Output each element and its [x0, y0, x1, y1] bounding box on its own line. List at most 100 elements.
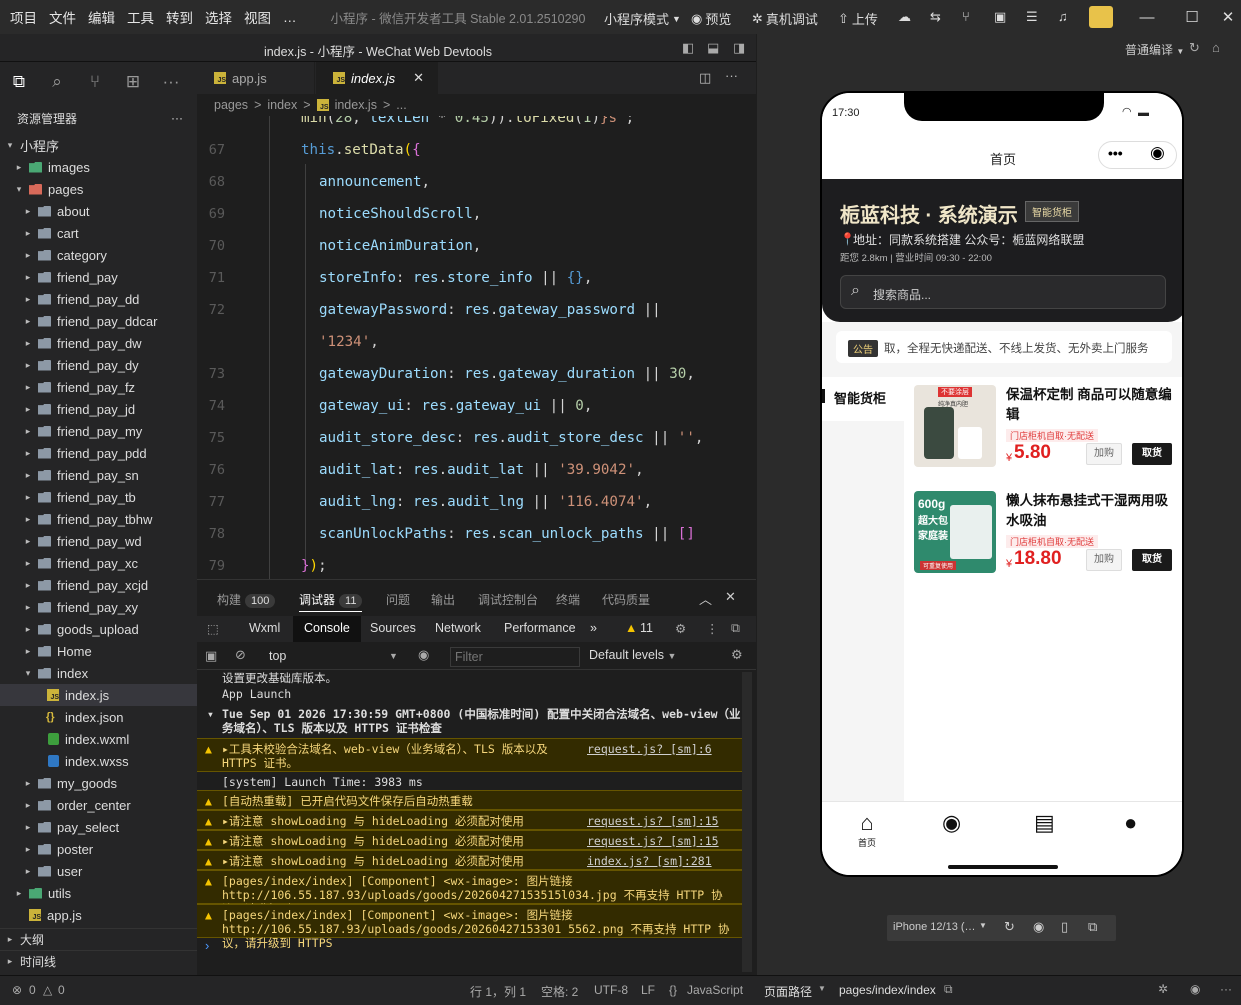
code-line[interactable]: 75 audit_store_desc: res.audit_store_desc…	[197, 422, 756, 454]
tree-item[interactable]: index.wxss	[0, 750, 197, 772]
eye-icon[interactable]: ◉	[1190, 982, 1200, 996]
source-link[interactable]: request.js? [sm]:15	[587, 814, 719, 828]
console-message[interactable]: ▲ ▸工具未校验合法域名、web-view（业务域名）、TLS 版本以及 HTTP…	[197, 738, 742, 772]
category-item-active[interactable]: 智能货柜	[822, 377, 904, 421]
devtab-sources[interactable]: Sources	[370, 621, 416, 635]
undock-icon[interactable]: ⧉	[731, 621, 740, 636]
language-mode[interactable]: JavaScript	[687, 983, 743, 997]
maximize-panel-icon[interactable]: ︿	[699, 589, 712, 608]
files-icon[interactable]: ⧉	[0, 62, 38, 102]
code-line[interactable]: 67 this.setData({	[197, 134, 756, 166]
tab-user-icon[interactable]: ●	[1124, 810, 1137, 836]
minimize-icon[interactable]: —	[1136, 6, 1158, 28]
tab-shop-icon[interactable]: ◉	[942, 810, 961, 836]
panel-tab[interactable]: 构建 100	[217, 591, 276, 608]
error-icon[interactable]: ⊗	[12, 983, 22, 997]
console-message[interactable]: ▲ ▸请注意 showLoading 与 hideLoading 必须配对使用 re…	[197, 830, 742, 850]
pickup-button[interactable]: 取货	[1132, 443, 1172, 465]
default-levels-dropdown[interactable]: Default levels ▼	[589, 648, 676, 662]
copy-icon[interactable]: ⧉	[944, 982, 953, 997]
add-to-cart-button[interactable]: 加购	[1086, 443, 1122, 465]
warning-icon[interactable]: △	[43, 983, 52, 997]
code-line[interactable]: 76 audit_lat: res.audit_lat || '39.9042',	[197, 454, 756, 486]
switch-icon[interactable]: ⇆	[930, 9, 941, 25]
code-line[interactable]: 78 scanUnlockPaths: res.scan_unlock_paths…	[197, 518, 756, 550]
tree-item[interactable]: ▸ friend_pay_fz	[0, 376, 197, 398]
clear-console-icon[interactable]: ⊘	[235, 647, 246, 663]
console-prompt-icon[interactable]: ›	[205, 938, 209, 953]
tree-item[interactable]: ▸ my_goods	[0, 772, 197, 794]
tree-item[interactable]: ▾ index	[0, 662, 197, 684]
clear-cache-icon[interactable]: ⌂	[1212, 40, 1220, 55]
more-dots-icon[interactable]: •••	[1108, 145, 1123, 161]
code-line[interactable]: '1234',	[197, 326, 756, 358]
maximize-icon[interactable]: ☐	[1181, 6, 1203, 28]
refresh-icon[interactable]: ↻	[1189, 40, 1200, 56]
phone-icon[interactable]: ▯	[1061, 919, 1068, 935]
editor-more-icon[interactable]: ···	[725, 68, 738, 83]
bug-icon[interactable]: ✲	[1158, 982, 1168, 996]
device-select[interactable]: iPhone 12/13 (…	[893, 921, 976, 933]
product-image[interactable]: 600g 超大包 家庭装 可重复使用	[914, 491, 996, 573]
encoding[interactable]: UTF-8	[594, 983, 628, 997]
panel-tab[interactable]: 终端	[556, 591, 580, 608]
devtab-performance[interactable]: Performance	[504, 621, 576, 635]
tree-root[interactable]: ▾ 小程序	[0, 134, 197, 156]
eye-icon[interactable]: ◉	[418, 647, 429, 663]
tree-item[interactable]: ▸ Home	[0, 640, 197, 662]
add-to-cart-button[interactable]: 加购	[1086, 549, 1122, 571]
avatar[interactable]	[1089, 6, 1113, 28]
panel-tab[interactable]: 调试控制台	[478, 591, 538, 608]
code-line[interactable]: 70 noticeAnimDuration,	[197, 230, 756, 262]
breadcrumb-file[interactable]: index.js	[335, 98, 377, 112]
tree-item[interactable]: ▸ friend_pay_xy	[0, 596, 197, 618]
menu-item-select[interactable]: 选择	[205, 7, 240, 27]
kebab-icon[interactable]: ⋮	[706, 621, 719, 636]
source-link[interactable]: index.js? [sm]:281	[587, 854, 712, 868]
outline-section[interactable]: ▸ 大纲	[0, 928, 197, 950]
cloud-icon[interactable]: ☁	[898, 9, 911, 25]
console-message[interactable]: App Launch	[197, 684, 742, 702]
menu-item-goto[interactable]: 转到	[166, 7, 201, 27]
console-settings-icon[interactable]: ⚙	[731, 647, 743, 663]
console-message[interactable]: ▲ ▸请注意 showLoading 与 hideLoading 必须配对使用 in…	[197, 850, 742, 870]
tree-item[interactable]: ▸ pay_select	[0, 816, 197, 838]
source-link[interactable]: request.js? [sm]:6	[587, 742, 712, 756]
preview-button[interactable]: ◉ 预览	[691, 9, 731, 28]
filter-input[interactable]	[450, 647, 580, 667]
tree-item[interactable]: JS index.js	[0, 684, 197, 706]
branch-icon[interactable]: ⑂	[962, 9, 970, 24]
inspect-icon[interactable]: ⬚	[207, 621, 219, 636]
tree-item[interactable]: JS app.js	[0, 904, 197, 926]
error-count[interactable]: 0	[29, 983, 36, 997]
context-select[interactable]: top ▼	[261, 646, 401, 666]
list-icon[interactable]: ☰	[1026, 9, 1038, 25]
tab-app-js[interactable]: JS app.js	[197, 62, 315, 94]
exit-icon[interactable]: ◉	[1150, 143, 1165, 163]
pickup-button[interactable]: 取货	[1132, 549, 1172, 571]
product-card[interactable]: 不要涂层 纯净真内胆 保温杯定制 商品可以随意编辑 门店柜机自取·无配送 ¥5.80 加购…	[914, 385, 1178, 481]
console-message[interactable]: ▲ ▸请注意 showLoading 与 hideLoading 必须配对使用 re…	[197, 810, 742, 830]
layout-icon[interactable]: ▣	[994, 9, 1006, 25]
tree-item[interactable]: ▸ about	[0, 200, 197, 222]
menu-item-view[interactable]: 视图	[244, 7, 279, 27]
console-message[interactable]: [system] Launch Time: 3983 ms	[197, 772, 742, 790]
timeline-section[interactable]: ▸ 时间线	[0, 950, 197, 972]
close-icon[interactable]: ✕	[1217, 6, 1239, 28]
page-path-label[interactable]: 页面路径	[764, 983, 812, 1000]
panel-tab[interactable]: 调试器 11	[299, 591, 363, 612]
toggle-panel-icon[interactable]: ⬓	[707, 40, 719, 56]
product-image[interactable]: 不要涂层 纯净真内胆	[914, 385, 996, 467]
bell-icon[interactable]: ♫	[1058, 9, 1068, 24]
tree-item[interactable]: ▸ friend_pay_wd	[0, 530, 197, 552]
toggle-sidebar-icon[interactable]: ◧	[682, 40, 694, 56]
tab-orders-icon[interactable]: ▤	[1034, 810, 1055, 836]
toggle-secondary-icon[interactable]: ◨	[733, 40, 745, 56]
tree-item[interactable]: ▸ friend_pay_sn	[0, 464, 197, 486]
tree-item[interactable]: ▸ user	[0, 860, 197, 882]
code-line[interactable]: 77 audit_lng: res.audit_lng || '116.4074'…	[197, 486, 756, 518]
breadcrumb-pages[interactable]: pages	[214, 98, 248, 112]
tree-item[interactable]: ▸ friend_pay_pdd	[0, 442, 197, 464]
panel-tab[interactable]: 代码质量	[602, 591, 650, 608]
window-icon[interactable]: ⧉	[1088, 919, 1097, 935]
